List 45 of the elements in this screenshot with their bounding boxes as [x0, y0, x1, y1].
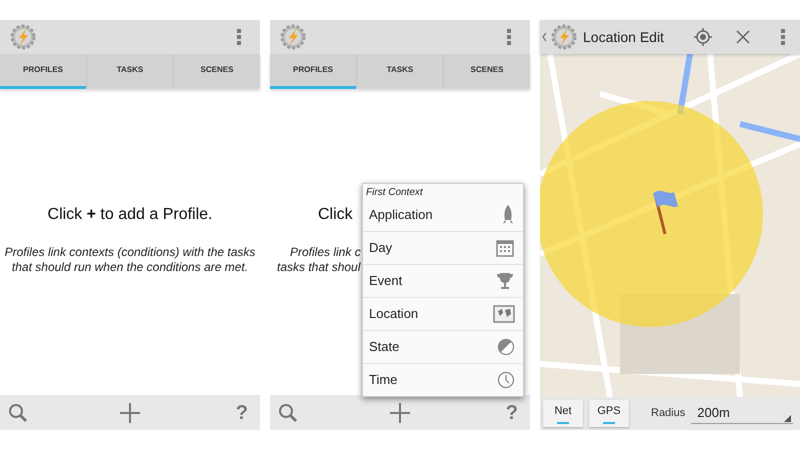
empty-hint: Profiles link c [289, 245, 362, 260]
map-icon [493, 305, 515, 323]
add-icon[interactable] [390, 402, 410, 422]
tab[interactable]: SCENES [173, 54, 260, 89]
clock-icon [497, 371, 515, 389]
app-gear-icon[interactable] [549, 22, 579, 52]
menu-icon[interactable] [236, 28, 242, 46]
screen-title: Location Edit [583, 28, 665, 46]
calendar-icon [495, 238, 515, 258]
search-icon[interactable] [8, 402, 28, 422]
back-chevron-icon[interactable] [542, 32, 547, 42]
help-button[interactable]: ? [232, 398, 252, 428]
close-icon[interactable] [736, 30, 750, 44]
tab[interactable]: TASKS [356, 54, 443, 89]
empty-hint: Profiles link contexts (conditions) with the tasks that should run when the conditions are met. [4, 245, 256, 275]
tab[interactable]: PROFILES [270, 54, 356, 89]
tab[interactable]: PROFILES [0, 54, 86, 89]
help-button[interactable]: ? [502, 398, 522, 428]
search-icon[interactable] [278, 402, 298, 422]
mode-toggle[interactable]: Net [543, 400, 583, 427]
tab[interactable]: TASKS [86, 54, 173, 89]
empty-hint: tasks that shoul [276, 260, 362, 275]
menu-icon[interactable] [780, 28, 786, 46]
app-gear-icon[interactable] [8, 22, 38, 52]
rocket-icon [501, 204, 515, 226]
menu-item[interactable]: Day [363, 231, 523, 264]
menu-item[interactable]: Location [363, 297, 523, 330]
menu-item[interactable]: State [363, 330, 523, 363]
trophy-icon [495, 271, 515, 291]
empty-title: Click + to add a Profile. [48, 205, 212, 225]
add-icon[interactable] [120, 402, 140, 422]
radius-dropdown[interactable]: 200m [691, 404, 793, 424]
menu-title: First Context [365, 186, 424, 198]
mode-toggle[interactable]: GPS [589, 400, 629, 427]
dropdown-corner-icon [784, 414, 791, 422]
half-circle-icon [497, 338, 515, 356]
tab[interactable]: SCENES [443, 54, 530, 89]
locate-icon[interactable] [694, 28, 712, 46]
menu-item[interactable]: Application [363, 198, 523, 231]
menu-item[interactable]: Event [363, 264, 523, 297]
radius-label: Radius [651, 406, 686, 422]
menu-item[interactable]: Time [363, 363, 523, 396]
empty-title: Click [318, 205, 353, 225]
menu-icon[interactable] [506, 28, 512, 46]
app-gear-icon[interactable] [278, 22, 308, 52]
